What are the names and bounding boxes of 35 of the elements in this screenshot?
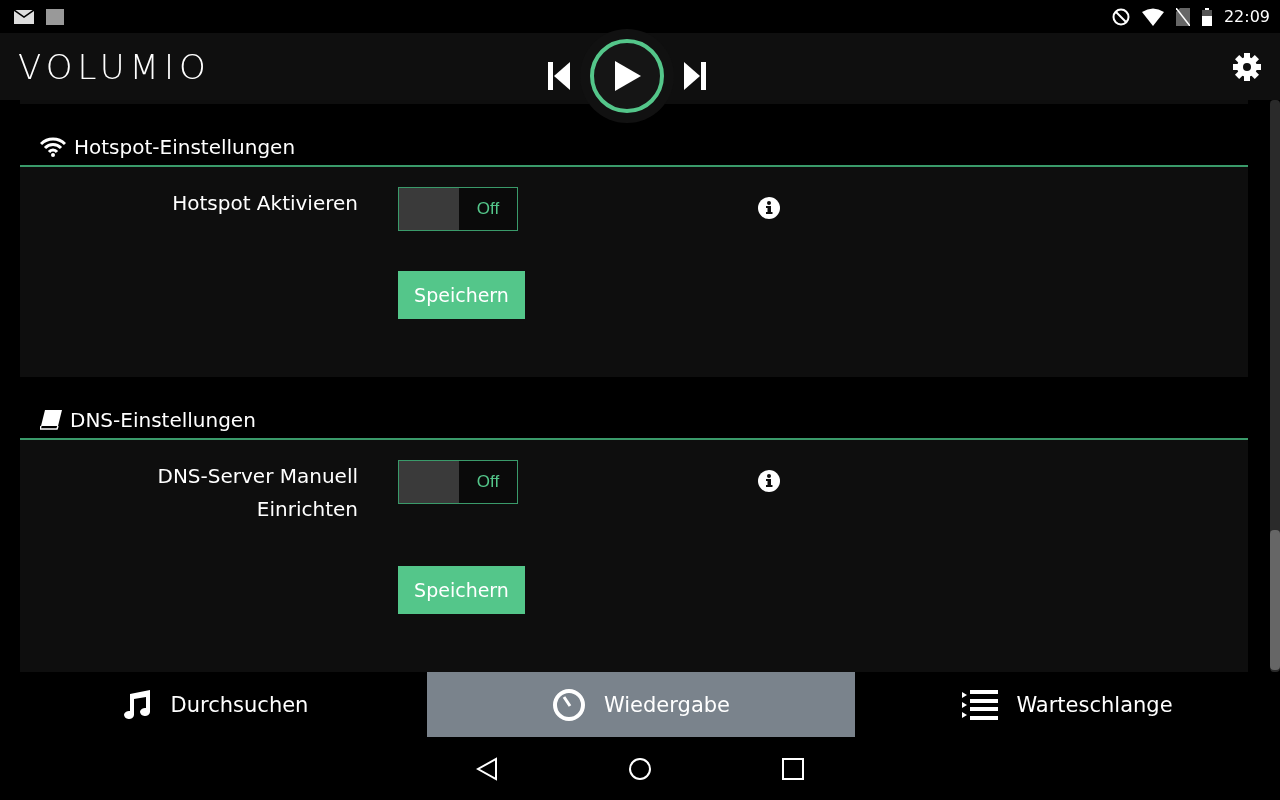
no-sim-icon — [1175, 7, 1190, 26]
home-button[interactable] — [628, 756, 652, 781]
info-icon — [758, 197, 780, 220]
section-title: Hotspot-Einstellungen — [74, 134, 296, 159]
next-button[interactable] — [684, 62, 706, 90]
wifi-signal-icon — [1141, 7, 1164, 26]
toggle-switch[interactable]: Off — [398, 460, 518, 504]
recents-button[interactable] — [782, 757, 804, 780]
dial-icon — [552, 687, 586, 722]
mail-icon — [14, 9, 34, 24]
next-icon — [684, 62, 706, 90]
info-icon — [758, 470, 780, 492]
play-icon — [613, 61, 641, 91]
nav-tab[interactable]: Wiedergabe — [427, 672, 855, 737]
gear-icon — [1232, 51, 1262, 82]
section-title: DNS-Einstellungen — [70, 407, 256, 432]
back-button[interactable] — [476, 756, 498, 781]
home-icon — [628, 756, 652, 781]
previous-icon — [548, 62, 570, 90]
clock-time: 22:09 — [1223, 7, 1270, 26]
setting-label: DNS-Server Manuell Einrichten — [156, 463, 358, 523]
settings-button[interactable] — [1232, 51, 1262, 82]
wifi-icon — [40, 136, 66, 157]
setting-label: Hotspot Aktivieren — [172, 190, 358, 218]
recents-icon — [782, 757, 804, 780]
do-not-disturb-icon — [1111, 7, 1130, 26]
battery-icon — [1201, 7, 1212, 26]
toggle-switch[interactable]: Off — [398, 187, 518, 232]
scrollbar-thumb[interactable] — [1270, 530, 1280, 670]
logo: VOLUMIO — [18, 46, 212, 87]
previous-button[interactable] — [548, 62, 570, 90]
book-icon — [40, 409, 62, 430]
list-icon — [962, 689, 999, 720]
app-notification-icon — [46, 8, 64, 25]
back-icon — [476, 756, 498, 781]
